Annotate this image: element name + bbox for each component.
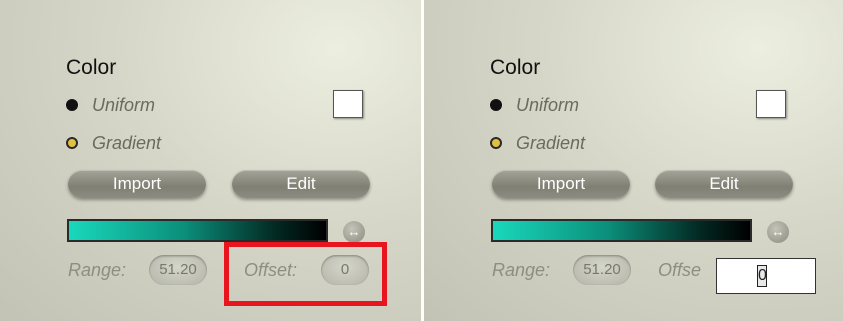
color-panel-left: Color Uniform Gradient Import Edit ↔ Ran… xyxy=(0,0,421,321)
offset-input-value: 0 xyxy=(757,265,767,287)
radio-label-uniform: Uniform xyxy=(516,94,580,115)
gradient-preview-bar xyxy=(491,219,752,242)
range-label: Range: xyxy=(68,260,127,280)
import-button[interactable]: Import xyxy=(68,170,206,198)
color-swatch[interactable] xyxy=(333,90,363,118)
radio-uniform[interactable]: Uniform xyxy=(66,94,155,116)
offset-text-input[interactable]: 0 xyxy=(716,258,816,294)
radio-label-gradient: Gradient xyxy=(516,132,586,153)
gradient-preview-bar xyxy=(67,219,328,242)
radio-dot-icon xyxy=(66,99,78,111)
radio-gradient[interactable]: Gradient xyxy=(490,132,585,154)
expand-arrows-icon[interactable]: ↔ xyxy=(343,221,365,243)
range-field[interactable]: 51.20 xyxy=(573,255,631,285)
edit-button[interactable]: Edit xyxy=(232,170,370,198)
panel-title: Color xyxy=(490,56,541,79)
radio-dot-icon xyxy=(490,99,502,111)
radio-selected-icon xyxy=(66,137,78,149)
radio-gradient[interactable]: Gradient xyxy=(66,132,161,154)
color-panel-right: Color Uniform Gradient Import Edit ↔ Ran… xyxy=(424,0,843,321)
offset-highlight-box xyxy=(224,242,387,306)
radio-label-uniform: Uniform xyxy=(92,94,156,115)
edit-button[interactable]: Edit xyxy=(655,170,793,198)
range-field[interactable]: 51.20 xyxy=(149,255,207,285)
radio-selected-icon xyxy=(490,137,502,149)
radio-uniform[interactable]: Uniform xyxy=(490,94,579,116)
range-label: Range: xyxy=(492,260,551,280)
import-button[interactable]: Import xyxy=(492,170,630,198)
radio-label-gradient: Gradient xyxy=(92,132,162,153)
color-swatch[interactable] xyxy=(756,90,786,118)
expand-arrows-icon[interactable]: ↔ xyxy=(767,221,789,243)
offset-label: Offse xyxy=(658,260,702,280)
panel-title: Color xyxy=(66,56,117,79)
